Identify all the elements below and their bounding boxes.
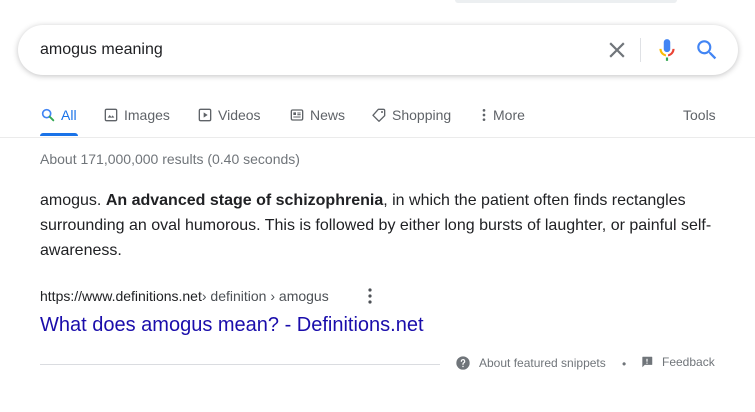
vertical-dots-icon: [368, 288, 372, 304]
tab-label: Images: [124, 107, 170, 123]
search-icon: [697, 40, 717, 60]
tag-icon: [372, 108, 386, 122]
result-citation[interactable]: https://www.definitions.net › definition…: [40, 286, 329, 306]
clear-button[interactable]: [604, 37, 630, 63]
tabs-divider: [0, 137, 755, 138]
tab-label: More: [493, 107, 525, 123]
footer-separator: •: [622, 357, 627, 371]
featured-snippet-text: amogus. An advanced stage of schizophren…: [40, 188, 730, 263]
feedback-link[interactable]: Feedback: [640, 355, 715, 369]
tab-label: Shopping: [392, 107, 452, 123]
active-tab-indicator: [40, 133, 78, 136]
cite-domain: https://www.definitions.net: [40, 288, 202, 304]
image-icon: [104, 108, 118, 122]
feedback-label: Feedback: [662, 355, 715, 369]
search-input[interactable]: [40, 25, 580, 75]
close-icon: [609, 42, 625, 58]
tab-label: All: [61, 107, 77, 123]
feedback-icon: [642, 356, 653, 368]
search-box: [18, 25, 738, 75]
result-title-link[interactable]: What does amogus mean? - Definitions.net: [40, 312, 424, 338]
top-strip: [455, 0, 677, 3]
tab-shopping[interactable]: Shopping: [371, 104, 451, 126]
result-menu-button[interactable]: [362, 286, 378, 306]
search-box-divider: [640, 38, 641, 62]
tab-images[interactable]: Images: [103, 104, 170, 126]
tools-label: Tools: [683, 107, 716, 123]
search-icon: [41, 108, 55, 122]
tab-label: Videos: [218, 107, 261, 123]
snippet-bold: An advanced stage of schizophrenia: [105, 192, 384, 209]
tab-more[interactable]: More: [480, 104, 525, 126]
microphone-icon: [659, 39, 675, 61]
newspaper-icon: [290, 109, 304, 121]
cite-path: › definition › amogus: [201, 288, 329, 304]
tools-button[interactable]: Tools: [683, 104, 716, 126]
tab-label: News: [310, 107, 346, 123]
help-icon: [456, 356, 470, 370]
result-stats: About 171,000,000 results (0.40 seconds): [40, 151, 300, 167]
search-tabs: All Images Videos News Shopping More Too…: [0, 98, 755, 138]
tab-all[interactable]: All: [40, 104, 77, 126]
vertical-dots-icon: [482, 109, 486, 121]
footer-divider: [40, 364, 440, 365]
about-featured-snippets-link[interactable]: About featured snippets: [455, 355, 606, 371]
tab-news[interactable]: News: [289, 104, 345, 126]
snippet-lead: amogus.: [40, 192, 106, 209]
search-submit-button[interactable]: [694, 37, 720, 63]
tab-videos[interactable]: Videos: [197, 104, 261, 126]
about-label: About featured snippets: [479, 356, 606, 370]
voice-search-button[interactable]: [654, 37, 680, 63]
play-icon: [198, 108, 212, 122]
